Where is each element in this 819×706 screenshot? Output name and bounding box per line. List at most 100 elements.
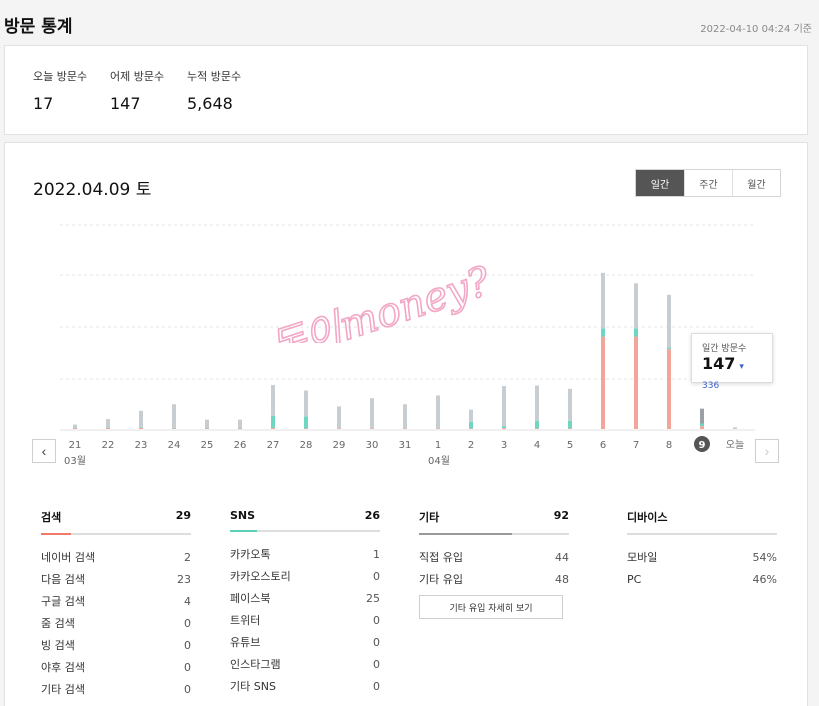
chart-area: 21 22 23 24 25 26 27 28 29 30 31 1 2 3 4 5 6 7 8 9 오늘 03월 04월 (5, 143, 809, 483)
x-tick-label: 27 (267, 440, 280, 451)
bar-segment (700, 423, 704, 427)
bar-segment (436, 428, 440, 429)
bar-segment (370, 428, 374, 429)
sns-total: 26 (364, 509, 380, 522)
bar-segment (304, 390, 308, 417)
device-line (627, 533, 777, 535)
list-item: 트위터 0 (230, 610, 380, 632)
other-total: 92 (553, 509, 569, 522)
list-item: 줌 검색 0 (41, 613, 191, 635)
x-tick-label: 30 (366, 440, 379, 451)
other-header: 기타 92 (419, 509, 569, 533)
x-tick-label: 오늘 (726, 439, 744, 451)
total-label: 누적 방문수 (187, 70, 242, 83)
x-tick-label: 8 (666, 440, 672, 451)
bar-segment (238, 427, 242, 428)
bar-segment (139, 410, 143, 428)
bar-segment (139, 427, 143, 428)
bar-segment (667, 294, 671, 348)
list-item-value: 2 (184, 551, 191, 564)
today-stat: 오늘 방문수 17 (33, 68, 87, 113)
list-item-value: 0 (373, 680, 380, 693)
device-header: 디바이스 (627, 509, 777, 533)
today-label: 오늘 방문수 (33, 70, 88, 83)
list-item-label: PC (627, 573, 642, 586)
list-item-value: 0 (373, 570, 380, 583)
list-item-value: 46% (752, 573, 777, 586)
x-tick-label: 9 (699, 440, 706, 451)
bar-segment (205, 419, 209, 428)
bar-segment (667, 347, 671, 350)
search-total: 29 (175, 509, 191, 522)
list-item-label: 다음 검색 (41, 573, 85, 586)
list-item-value: 0 (184, 683, 191, 696)
list-item-label: 카카오스토리 (230, 570, 291, 583)
bar-segment (502, 386, 506, 426)
list-item: 구글 검색 4 (41, 591, 191, 613)
x-tick-label: 28 (300, 440, 313, 451)
list-item-value: 0 (373, 658, 380, 671)
daily-visits-tooltip: 일간 방문수 147 ▾ 336 (691, 333, 773, 391)
device-list: 모바일 54% PC 46% (627, 547, 777, 591)
bar-segment (106, 419, 110, 428)
bar-segment (535, 428, 539, 429)
bar-segment (73, 424, 77, 428)
list-item: 페이스북 25 (230, 588, 380, 610)
chart-prev-button[interactable]: ‹ (32, 439, 56, 463)
sns-category: SNS 26 카카오톡 1 카카오스토리 0 페이스북 25 트위터 0 유튜브 0 인스타그램 0 기… (230, 509, 380, 698)
list-item-label: 트위터 (230, 614, 261, 627)
bar-segment (700, 426, 704, 429)
list-item: 빙 검색 0 (41, 635, 191, 657)
x-tick-label: 1 (435, 440, 441, 451)
x-tick-label: 23 (135, 440, 148, 451)
list-item-label: 네이버 검색 (41, 551, 96, 564)
list-item-label: 줌 검색 (41, 617, 75, 630)
sns-title: SNS (230, 509, 256, 522)
list-item-value: 0 (184, 661, 191, 674)
chart-next-button[interactable]: › (755, 439, 779, 463)
bar-segment (106, 427, 110, 428)
triangle-down-icon: ▾ (739, 362, 744, 372)
bar-segment (172, 428, 176, 429)
list-item-value: 44 (555, 551, 569, 564)
list-item: 모바일 54% (627, 547, 777, 569)
x-tick-label: 7 (633, 440, 639, 451)
search-progress-line (41, 533, 191, 535)
bar-segment (568, 420, 572, 429)
bar-segment (238, 427, 242, 429)
x-tick-label: 21 (69, 440, 82, 451)
sns-header: SNS 26 (230, 509, 380, 530)
bar-segment (700, 408, 704, 424)
list-item: 야후 검색 0 (41, 657, 191, 679)
other-inflow-detail-button[interactable]: 기타 유입 자세히 보기 (419, 595, 563, 619)
bar-segment (370, 398, 374, 429)
list-item-value: 0 (373, 614, 380, 627)
page-header: 방문 통계 2022-04-10 04:24 기준 (4, 0, 812, 44)
list-item: 유튜브 0 (230, 632, 380, 654)
list-item-label: 인스타그램 (230, 658, 281, 671)
list-item-value: 25 (366, 592, 380, 605)
bar-segment (535, 420, 539, 429)
bar-segment (172, 404, 176, 428)
tooltip-delta-value: 336 (702, 381, 720, 391)
chart-card: 2022.04.09 토 일간 주간 월간 21 22 23 24 25 26 27 28 29… (4, 142, 808, 706)
list-item: 기타 SNS 0 (230, 676, 380, 698)
list-item-label: 유튜브 (230, 636, 261, 649)
bar-segment (601, 336, 605, 429)
x-tick-label: 29 (333, 440, 346, 451)
tooltip-value: 147 (702, 354, 736, 373)
bar-segment (436, 395, 440, 429)
list-item-value: 1 (373, 548, 380, 561)
other-title: 기타 (419, 511, 440, 524)
search-category: 검색 29 네이버 검색 2 다음 검색 23 구글 검색 4 줌 검색 0 빙 검색 0 야후 검… (41, 509, 191, 701)
bar-segment (601, 272, 605, 329)
x-tick-label: 31 (399, 440, 412, 451)
bar-segment (403, 404, 407, 429)
x-tick-label: 25 (201, 440, 214, 451)
sns-list: 카카오톡 1 카카오스토리 0 페이스북 25 트위터 0 유튜브 0 인스타그램 0 기타 SNS 0 (230, 544, 380, 698)
bar-segment (304, 428, 308, 429)
bar-segment (271, 415, 275, 428)
bar-segment (337, 428, 341, 429)
bar-segment (238, 419, 242, 428)
bar-segment (634, 328, 638, 337)
